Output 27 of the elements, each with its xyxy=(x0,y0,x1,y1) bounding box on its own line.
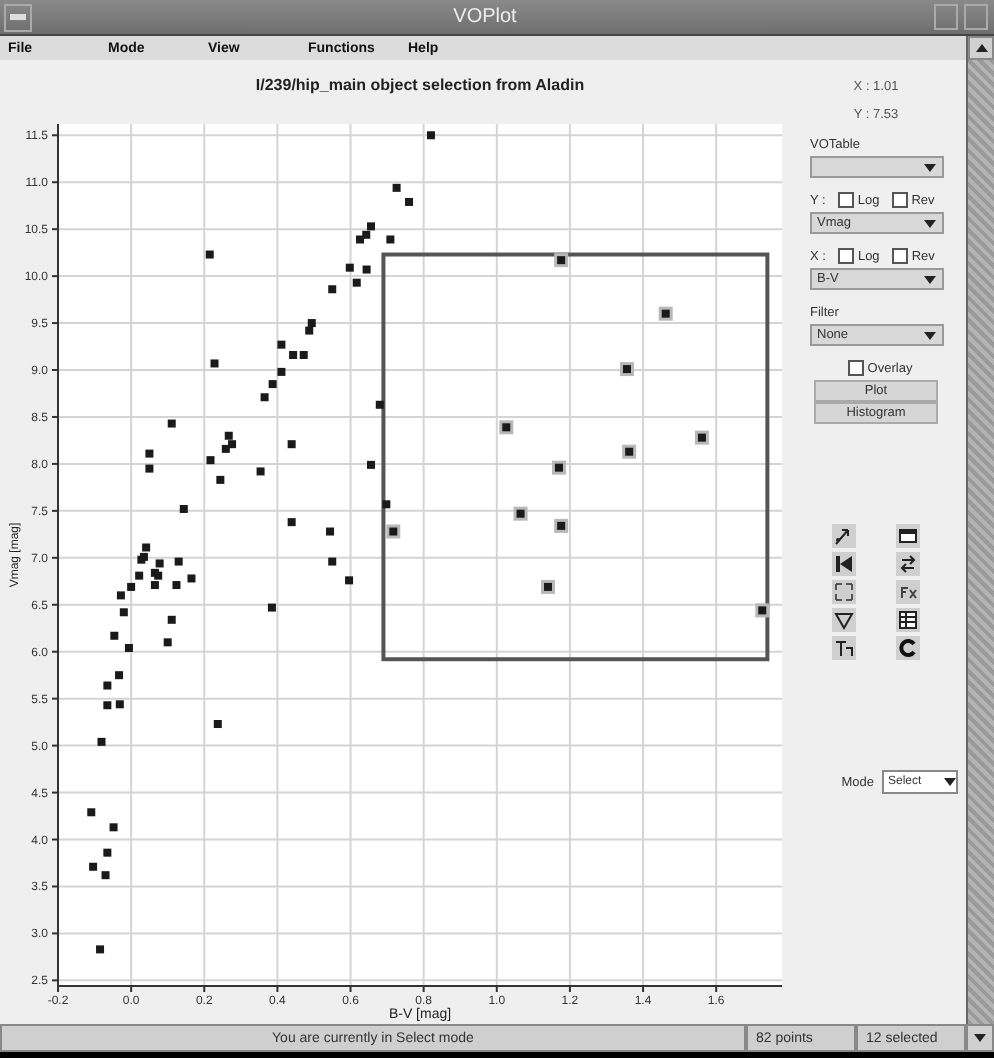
swap-icon[interactable] xyxy=(896,552,920,576)
window-title: VOPlot xyxy=(451,6,519,28)
dropdown-arrow-icon xyxy=(944,778,956,786)
dropdown-arrow-icon xyxy=(923,219,935,227)
checkbox[interactable] xyxy=(847,360,864,376)
skip-icon[interactable] xyxy=(832,552,856,576)
expand-icon[interactable] xyxy=(832,580,856,604)
scroll-down-button[interactable] xyxy=(966,1024,994,1052)
chart-title: I/239/hip_main object selection from Aladin xyxy=(255,76,585,94)
text-icon[interactable] xyxy=(832,636,856,660)
refresh-icon[interactable] xyxy=(896,636,920,660)
menu-icon xyxy=(10,14,26,20)
window-icon[interactable] xyxy=(896,524,920,548)
funnel-icon[interactable] xyxy=(832,608,856,632)
dropdown-arrow-icon xyxy=(923,163,935,171)
checkbox[interactable] xyxy=(837,248,854,264)
checkbox[interactable] xyxy=(837,192,854,208)
checkbox[interactable] xyxy=(891,192,908,208)
fx-icon[interactable] xyxy=(896,580,920,604)
dropdown-arrow-icon xyxy=(923,331,935,339)
up-arrow-icon xyxy=(975,44,987,52)
window-menu-button[interactable] xyxy=(4,3,32,31)
checkbox[interactable] xyxy=(891,248,908,264)
scroll-up-button[interactable] xyxy=(968,36,994,60)
table-icon[interactable] xyxy=(896,608,920,632)
down-arrow-icon xyxy=(974,1034,986,1042)
dropdown-arrow-icon xyxy=(923,275,935,283)
